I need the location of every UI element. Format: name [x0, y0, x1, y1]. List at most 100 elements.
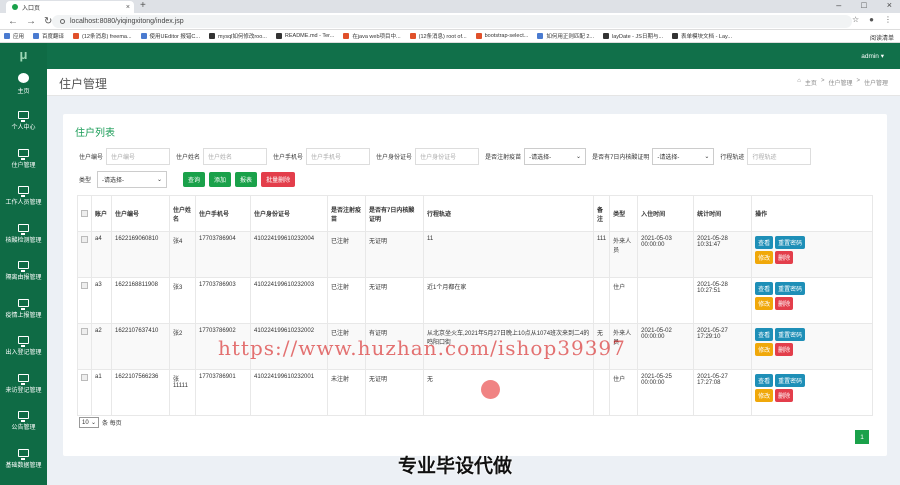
- bookmark-item[interactable]: 百度翻译: [33, 32, 64, 40]
- sidebar-item-epidemic-report[interactable]: 疫情上报管理: [0, 290, 47, 328]
- sidebar-item-basic-data[interactable]: 基础数据管理: [0, 440, 47, 478]
- bookmark-item[interactable]: 使用UEditor 报错C...: [140, 32, 200, 40]
- user-menu[interactable]: admin ▾: [861, 52, 884, 60]
- sidebar-item-notice[interactable]: 公告管理: [0, 403, 47, 441]
- breadcrumb-section[interactable]: 住户管理: [828, 78, 852, 87]
- view-button[interactable]: 查看: [755, 328, 774, 341]
- row-checkbox[interactable]: [81, 236, 88, 243]
- site-info-icon[interactable]: [60, 19, 65, 24]
- delete-button[interactable]: 删除: [775, 389, 794, 402]
- cell-ops: 查看 重置密码 修改 删除: [751, 277, 873, 324]
- resident-name-input[interactable]: 住户姓名: [203, 148, 268, 165]
- sidebar-item-residents[interactable]: 住户管理: [0, 140, 47, 178]
- sidebar-item-profile[interactable]: 个人中心: [0, 103, 47, 141]
- bookmark-star-icon[interactable]: ☆: [852, 15, 859, 24]
- page-size-select[interactable]: 10 ⌄: [79, 417, 99, 428]
- view-button[interactable]: 查看: [755, 236, 774, 249]
- sidebar-item-nucleic[interactable]: 核酸检测管理: [0, 215, 47, 253]
- delete-button[interactable]: 删除: [775, 251, 794, 264]
- batch-delete-button[interactable]: 批量删除: [261, 172, 296, 187]
- sidebar-item-visitors[interactable]: 来访登记管理: [0, 365, 47, 403]
- add-button[interactable]: 添加: [209, 172, 232, 187]
- delete-button[interactable]: 删除: [775, 297, 794, 310]
- bookmark-item[interactable]: 如何用正则匹配 2...: [537, 32, 594, 40]
- column-header: 备注: [592, 195, 611, 232]
- sidebar-item-staff[interactable]: 工作人员管理: [0, 178, 47, 216]
- sidebar-item-access[interactable]: 出入登记管理: [0, 328, 47, 366]
- row-select-cell[interactable]: [77, 231, 92, 278]
- close-window-icon[interactable]: ×: [887, 0, 892, 10]
- column-header: 行程轨迹: [423, 195, 594, 232]
- row-checkbox[interactable]: [81, 374, 88, 381]
- cell-phone: 17703786903: [195, 277, 251, 324]
- resident-no-input[interactable]: 住户编号: [106, 148, 171, 165]
- bookmark-item[interactable]: layDate - JS日期与...: [603, 32, 663, 40]
- bookmark-item[interactable]: (12条消息) root of...: [409, 32, 467, 40]
- delete-button[interactable]: 删除: [775, 343, 794, 356]
- row-select-cell[interactable]: [77, 277, 92, 324]
- row-select-cell[interactable]: [77, 323, 92, 370]
- reading-list[interactable]: 阅读清单: [870, 33, 894, 42]
- reset-password-button[interactable]: 重置密码: [775, 282, 806, 295]
- report-button[interactable]: 报表: [235, 172, 258, 187]
- bookmark-label: (12条消息) freema...: [82, 34, 132, 40]
- type-select[interactable]: -请选择- ⌄: [97, 171, 168, 188]
- bookmark-item[interactable]: bootstrap-select...: [475, 33, 528, 39]
- resident-id-input[interactable]: 住户身份证号: [415, 148, 480, 165]
- cell-resident-no: 1622169060810: [111, 231, 170, 278]
- filter-label: 类型: [79, 178, 92, 184]
- reset-password-button[interactable]: 重置密码: [775, 328, 806, 341]
- edit-button[interactable]: 修改: [755, 389, 774, 402]
- menu-dots-icon[interactable]: ⋮: [884, 15, 892, 24]
- row-checkbox[interactable]: [81, 328, 88, 335]
- tab-close-icon[interactable]: ×: [126, 4, 130, 11]
- edit-button[interactable]: 修改: [755, 251, 774, 264]
- resident-phone-input[interactable]: 住户手机号: [306, 148, 371, 165]
- vaccine-select[interactable]: -请选择- ⌄: [524, 148, 587, 165]
- bookmark-label: 百度翻译: [42, 34, 65, 40]
- reset-password-button[interactable]: 重置密码: [775, 236, 806, 249]
- view-button[interactable]: 查看: [755, 282, 774, 295]
- back-icon[interactable]: ←: [8, 16, 18, 27]
- view-button[interactable]: 查看: [755, 374, 774, 387]
- maximize-icon[interactable]: □: [861, 0, 866, 10]
- watermark: https://www.huzhan.com/ishop39397: [218, 336, 626, 360]
- bookmark-item[interactable]: 表单模块文档 - Lay...: [672, 32, 732, 40]
- row-select-cell[interactable]: [77, 369, 92, 416]
- bookmark-item[interactable]: 应用: [4, 32, 24, 40]
- sidebar-item-home[interactable]: 主页: [0, 65, 47, 103]
- bookmark-item[interactable]: 在java web项目中...: [343, 32, 401, 40]
- bookmark-item[interactable]: README.md - Ter...: [275, 33, 334, 39]
- profile-icon[interactable]: ●: [869, 15, 874, 24]
- filter-label: 是否有7日内核酸证明: [592, 155, 650, 161]
- filter-label: 住户身份证号: [376, 155, 413, 161]
- row-checkbox[interactable]: [81, 282, 88, 289]
- url-input[interactable]: localhost:8080/yiqingxitong/index.jsp: [52, 15, 852, 28]
- forward-icon[interactable]: →: [26, 16, 36, 27]
- monitor-icon: [18, 223, 29, 235]
- bookmark-item[interactable]: mysql如何修改roo...: [208, 32, 267, 40]
- main-content: 住户列表 住户编号 住户编号 住户姓名 住户姓名 住户手机号 住户手机号 住户身…: [47, 96, 900, 485]
- search-button[interactable]: 查询: [183, 172, 206, 187]
- sidebar-item-isolation[interactable]: 隔离由报管理: [0, 253, 47, 291]
- edit-button[interactable]: 修改: [755, 343, 774, 356]
- row-actions: 查看 重置密码 修改 删除: [755, 328, 819, 356]
- bookmark-item[interactable]: (12条消息) freema...: [73, 32, 132, 40]
- select-all-cell[interactable]: [77, 195, 92, 232]
- certificate-select[interactable]: -请选择- ⌄: [652, 148, 715, 165]
- mouse-cursor-highlight: [481, 380, 500, 399]
- edit-button[interactable]: 修改: [755, 297, 774, 310]
- minimize-icon[interactable]: –: [836, 0, 841, 10]
- reset-password-button[interactable]: 重置密码: [775, 374, 806, 387]
- chevron-down-icon: ⌄: [156, 177, 163, 183]
- trip-input[interactable]: 行程轨迹: [747, 148, 812, 165]
- page-number-button[interactable]: 1: [855, 430, 869, 444]
- breadcrumb-home[interactable]: 主页: [805, 78, 817, 87]
- address-bar: ← → ↻ localhost:8080/yiqingxitong/index.…: [0, 13, 900, 30]
- browser-tab[interactable]: 入口页 ×: [6, 1, 134, 13]
- bookmark-favicon-icon: [33, 33, 40, 39]
- select-all-checkbox[interactable]: [81, 210, 88, 217]
- cell-vaccine: 已注射: [327, 231, 366, 278]
- column-header: 住户手机号: [195, 195, 251, 232]
- new-tab-icon[interactable]: +: [140, 0, 146, 11]
